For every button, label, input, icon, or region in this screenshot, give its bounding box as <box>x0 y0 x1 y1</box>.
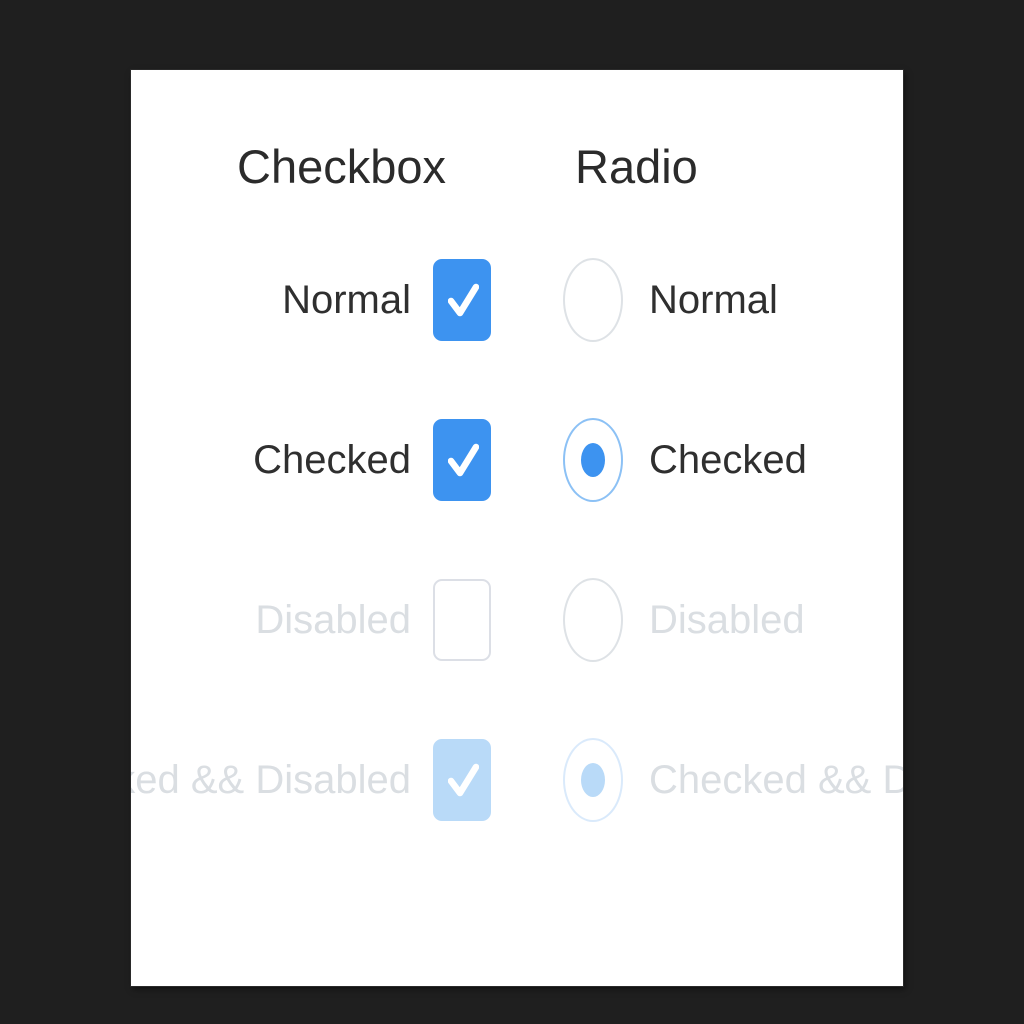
checkbox-label: Normal <box>282 278 411 322</box>
checkbox-input[interactable] <box>433 259 491 341</box>
radio-input <box>563 578 623 662</box>
column-header-radio: Radio <box>575 140 698 193</box>
checkbox-label: Checked && Disabled <box>131 758 411 802</box>
controls-row: Disabled Disabled <box>131 540 903 700</box>
checkbox-item-2: Disabled <box>131 540 531 700</box>
controls-row: Checked && Disabled Checked && Disabled <box>131 700 903 860</box>
radio-input[interactable] <box>563 418 623 502</box>
column-header-checkbox: Checkbox <box>237 140 446 193</box>
radio-label: Checked <box>649 438 807 482</box>
radio-item-1[interactable]: Checked <box>563 380 903 540</box>
radio-item-2: Disabled <box>563 540 903 700</box>
column-headers: Checkbox Radio <box>131 70 903 220</box>
controls-row: Normal Normal <box>131 220 903 380</box>
radio-label: Checked && Disabled <box>649 758 903 802</box>
controls-row: Checked Checked <box>131 380 903 540</box>
checkbox-item-0[interactable]: Normal <box>131 220 531 380</box>
checkbox-label: Disabled <box>255 598 411 642</box>
radio-label: Normal <box>649 278 778 322</box>
controls-rows: Normal Normal Checked Checked Disabled Disabl… <box>131 220 903 860</box>
checkbox-item-1[interactable]: Checked <box>131 380 531 540</box>
radio-dot-icon <box>581 443 605 477</box>
checkbox-item-3: Checked && Disabled <box>131 700 531 860</box>
checkmark-icon <box>448 439 479 483</box>
checkbox-input[interactable] <box>433 419 491 501</box>
radio-input <box>563 738 623 822</box>
radio-dot-icon <box>581 763 605 797</box>
radio-item-3: Checked && Disabled <box>563 700 903 860</box>
checkbox-input <box>433 579 491 661</box>
checkmark-icon <box>448 759 479 803</box>
checkmark-icon <box>448 279 479 323</box>
radio-label: Disabled <box>649 598 805 642</box>
screen-root: Checkbox Radio Normal Normal Checked Checke… <box>0 0 1024 1024</box>
radio-item-0[interactable]: Normal <box>563 220 903 380</box>
checkbox-label: Checked <box>253 438 411 482</box>
checkbox-input <box>433 739 491 821</box>
controls-card: Checkbox Radio Normal Normal Checked Checke… <box>131 70 903 986</box>
radio-input[interactable] <box>563 258 623 342</box>
